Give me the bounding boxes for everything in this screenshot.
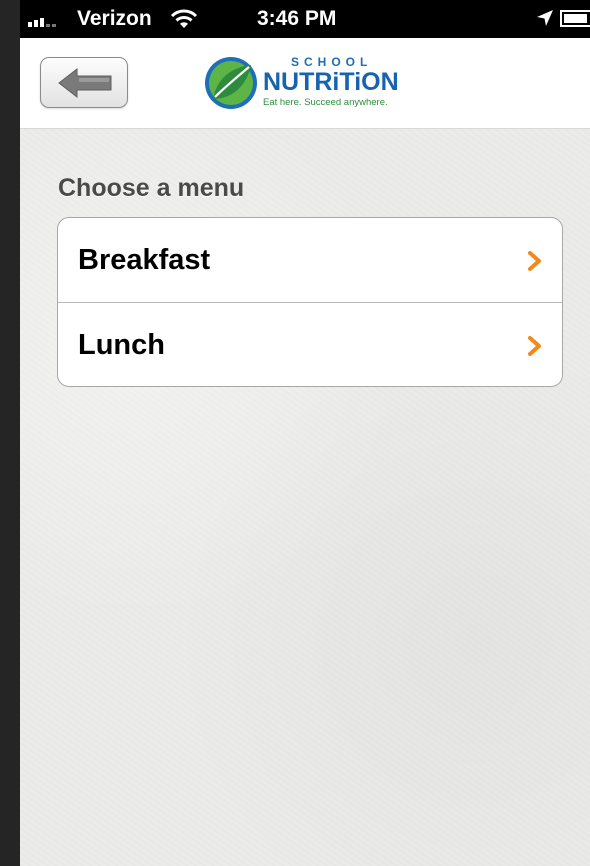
section-title: Choose a menu (58, 174, 245, 202)
nav-bar: SCHOOL NUTRiTiON Eat here. Succeed anywh… (20, 38, 590, 128)
location-arrow-icon (537, 10, 553, 26)
logo-tagline: Eat here. Succeed anywhere. (263, 97, 388, 108)
menu-item-label: Breakfast (78, 244, 211, 276)
back-arrow-icon (58, 67, 112, 99)
device-frame: Verizon 3:46 PM SCHOOL NUTRiTiON Eat her… (0, 0, 590, 866)
logo-main-text: NUTRiTiON (263, 68, 399, 96)
back-button[interactable] (40, 57, 128, 108)
status-bar: Verizon 3:46 PM (20, 0, 590, 38)
wifi-icon (170, 9, 198, 28)
signal-bars-icon (28, 13, 56, 27)
app-screen: Verizon 3:46 PM SCHOOL NUTRiTiON Eat her… (20, 0, 590, 866)
menu-item-lunch[interactable]: Lunch (58, 302, 562, 386)
logo-top-text: SCHOOL (291, 55, 373, 69)
chevron-right-icon (528, 251, 541, 271)
leaf-logo-icon (205, 57, 257, 109)
menu-list: Breakfast Lunch (57, 217, 563, 387)
chevron-right-icon (528, 336, 541, 356)
menu-item-breakfast[interactable]: Breakfast (58, 218, 562, 302)
school-nutrition-logo: SCHOOL NUTRiTiON Eat here. Succeed anywh… (203, 55, 418, 111)
status-time: 3:46 PM (257, 7, 337, 30)
battery-level (564, 14, 587, 23)
battery-icon (560, 10, 590, 27)
carrier-name: Verizon (77, 7, 152, 30)
menu-item-label: Lunch (78, 329, 165, 361)
